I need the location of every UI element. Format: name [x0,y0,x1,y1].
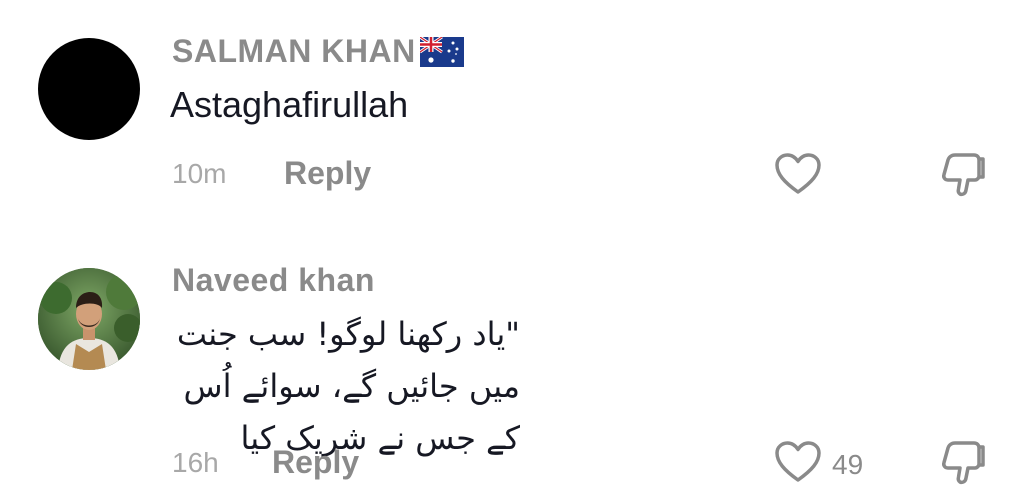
comment-text: Astaghafirullah [170,84,409,125]
thumbs-down-icon [938,441,988,492]
reply-button[interactable]: Reply [272,444,359,481]
comment-username[interactable]: Naveed khan [172,262,375,299]
avatar[interactable] [38,268,140,370]
heart-icon [774,440,822,489]
like-button[interactable]: 49 [774,440,863,489]
like-count: 49 [832,448,864,480]
heart-icon [774,152,822,201]
comment-username[interactable]: SALMAN KHAN [172,33,464,70]
dislike-button[interactable] [938,150,988,205]
comment-text: "یاد رکھنا لوگو! سب جنت میں جائیں گے، سو… [160,308,520,464]
reply-button[interactable]: Reply [284,155,371,192]
dislike-button[interactable] [938,438,988,493]
comment-timestamp: 16h [172,447,219,478]
comment-timestamp: 10m [172,158,227,189]
comment-text-line: "یاد رکھنا لوگو! سب جنت میں جائیں گے، سو… [176,315,520,405]
username-text: SALMAN KHAN [172,33,416,69]
like-button[interactable] [774,152,832,201]
thumbs-down-icon [938,153,988,204]
username-text: Naveed khan [172,262,375,298]
australia-flag-icon [418,35,464,67]
avatar[interactable] [38,38,140,140]
